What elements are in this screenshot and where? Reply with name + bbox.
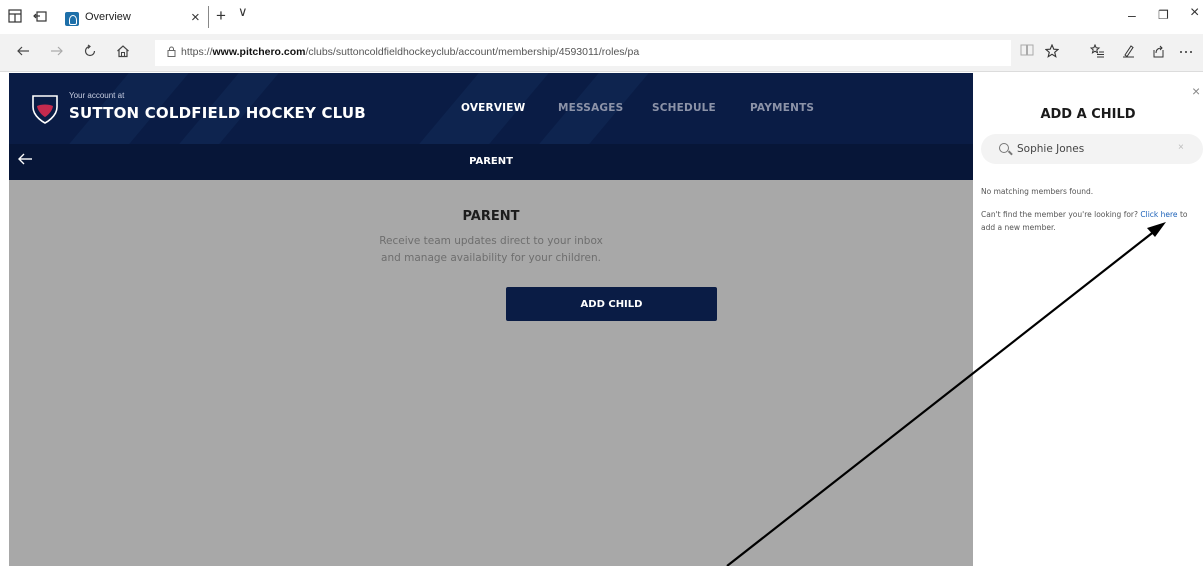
cant-find-message: Can't find the member you're looking for…: [981, 209, 1199, 234]
tab-divider: [208, 6, 209, 28]
add-child-panel: × ADD A CHILD × No matching members foun…: [973, 73, 1203, 566]
panel-close-icon[interactable]: ×: [1192, 83, 1200, 99]
nav-schedule[interactable]: SCHEDULE: [652, 102, 716, 114]
member-search-box[interactable]: ×: [981, 134, 1203, 164]
member-search-input[interactable]: [1017, 141, 1167, 157]
pitchero-favicon: [65, 12, 79, 26]
reading-view-icon[interactable]: [1020, 44, 1034, 60]
forward-arrow-icon[interactable]: [50, 44, 64, 61]
role-description-line: Receive team updates direct to your inbo…: [379, 235, 603, 247]
sub-header-title: PARENT: [469, 156, 513, 167]
home-icon[interactable]: [116, 44, 130, 61]
add-child-button[interactable]: ADD CHILD: [506, 287, 717, 321]
add-new-member-link[interactable]: Click here: [1140, 210, 1177, 219]
account-label: Your account at: [69, 91, 125, 100]
pen-icon[interactable]: [1122, 44, 1136, 62]
role-description: Receive team updates direct to your inbo…: [9, 233, 973, 267]
nav-payments[interactable]: PAYMENTS: [750, 102, 814, 114]
star-icon[interactable]: [1044, 43, 1060, 62]
share-icon[interactable]: [1151, 44, 1165, 62]
more-icon[interactable]: [1178, 44, 1194, 62]
search-icon: [999, 143, 1009, 153]
back-arrow-icon[interactable]: [16, 44, 30, 61]
refresh-icon[interactable]: [83, 44, 97, 61]
club-name[interactable]: SUTTON COLDFIELD HOCKEY CLUB: [69, 104, 366, 122]
tab-actions-icon[interactable]: [8, 9, 22, 28]
minimize-icon[interactable]: –: [1128, 7, 1136, 23]
page-content: Your account at SUTTON COLDFIELD HOCKEY …: [9, 73, 973, 566]
cant-find-prefix: Can't find the member you're looking for…: [981, 210, 1138, 219]
page-viewport: Your account at SUTTON COLDFIELD HOCKEY …: [0, 73, 1203, 566]
tab-close-icon[interactable]: ×: [191, 9, 200, 26]
no-match-message: No matching members found.: [981, 187, 1094, 196]
browser-tab[interactable]: Overview ×: [58, 4, 208, 34]
role-title: PARENT: [462, 209, 520, 224]
window-close-icon[interactable]: ×: [1190, 4, 1199, 22]
tab-bar: Overview × + ∨ – ❐ ×: [0, 0, 1203, 34]
address-bar: https://www.pitchero.com/clubs/suttoncol…: [0, 34, 1203, 72]
url-field[interactable]: https://www.pitchero.com/clubs/suttoncol…: [155, 40, 1011, 66]
nav-messages[interactable]: MESSAGES: [558, 102, 623, 114]
browser-window: Overview × + ∨ – ❐ × https://www.pitcher…: [0, 0, 1203, 566]
new-tab-icon[interactable]: +: [216, 6, 226, 26]
url-text: https://www.pitchero.com/clubs/suttoncol…: [181, 46, 640, 58]
sub-header: PARENT: [9, 144, 973, 180]
tab-title: Overview: [85, 11, 131, 23]
panel-title: ADD A CHILD: [1040, 107, 1136, 122]
set-aside-tabs-icon[interactable]: [33, 9, 47, 28]
clear-search-icon[interactable]: ×: [1178, 142, 1184, 153]
tab-menu-chevron-icon[interactable]: ∨: [238, 5, 248, 20]
role-description-line: and manage availability for your childre…: [381, 252, 601, 264]
club-crest-icon[interactable]: [31, 93, 59, 125]
restore-icon[interactable]: ❐: [1158, 8, 1169, 22]
page-left-margin: [0, 73, 9, 566]
nav-overview[interactable]: OVERVIEW: [461, 102, 525, 114]
lock-icon: [167, 46, 176, 60]
favorites-list-icon[interactable]: [1089, 43, 1105, 62]
club-header: Your account at SUTTON COLDFIELD HOCKEY …: [9, 73, 973, 144]
